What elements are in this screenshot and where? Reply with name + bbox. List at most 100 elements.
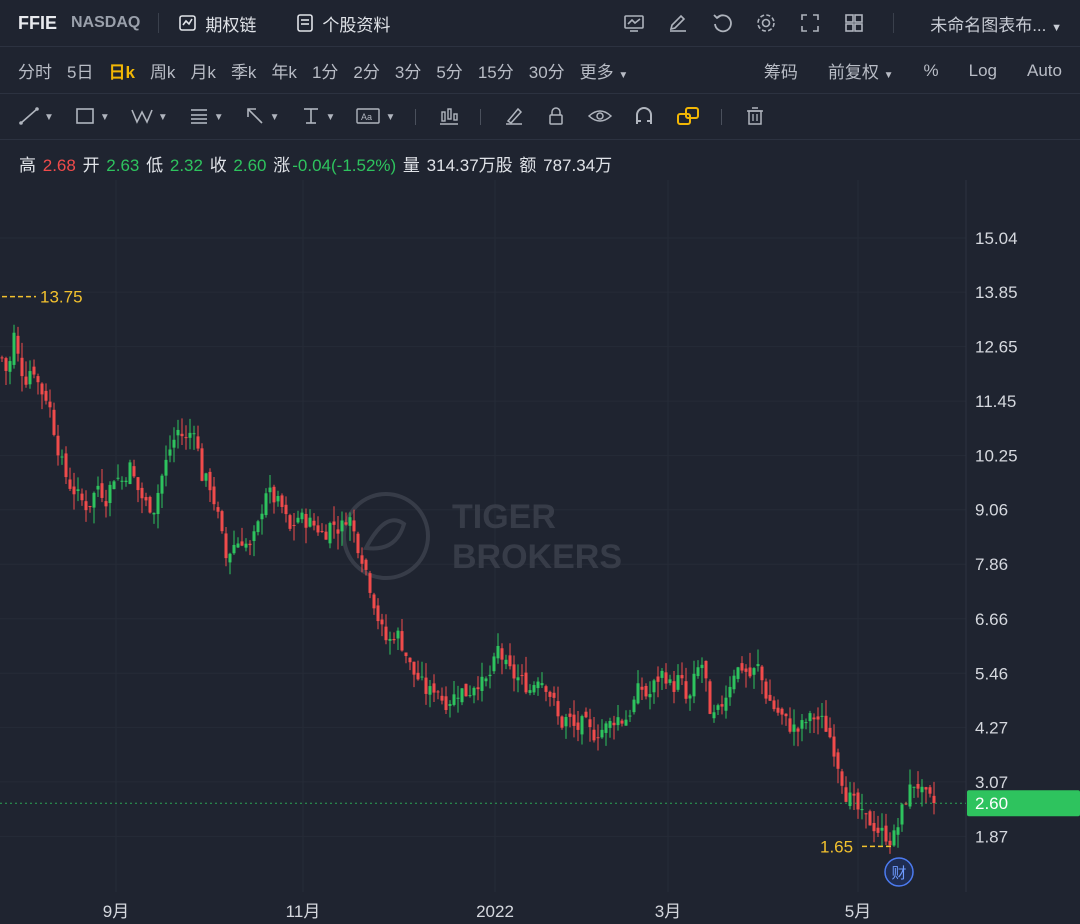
period-tab[interactable]: 2分 bbox=[353, 58, 379, 83]
delete-tool[interactable] bbox=[744, 106, 766, 129]
trend-line-tool[interactable]: ▼ bbox=[18, 106, 54, 129]
candle-body bbox=[512, 664, 516, 679]
candle-body bbox=[288, 515, 292, 529]
candle-body bbox=[636, 683, 640, 704]
trash-icon bbox=[744, 106, 766, 129]
log-toggle[interactable]: Log bbox=[969, 61, 997, 81]
candle-body bbox=[328, 523, 332, 544]
candle-body bbox=[416, 672, 420, 680]
price-tick-label: 9.06 bbox=[975, 501, 1008, 520]
text-tool[interactable]: Aa ▼ bbox=[355, 106, 395, 129]
candle-body bbox=[476, 687, 480, 690]
candle-body bbox=[640, 686, 644, 690]
candle-body bbox=[688, 695, 692, 699]
candle-body bbox=[796, 728, 800, 732]
divider bbox=[893, 13, 895, 33]
arrow-tool[interactable]: ▼ bbox=[244, 106, 280, 129]
candle-body bbox=[80, 493, 84, 501]
candle-body bbox=[872, 822, 876, 832]
fullscreen-icon[interactable] bbox=[799, 12, 821, 34]
period-tab[interactable]: 年k bbox=[271, 58, 297, 83]
candle-body bbox=[828, 727, 832, 738]
candle-body bbox=[596, 737, 600, 739]
stock-profile-label: 个股资料 bbox=[322, 15, 391, 35]
candle-body bbox=[188, 432, 192, 438]
exchange-label: NASDAQ bbox=[71, 14, 141, 31]
candle-body bbox=[308, 517, 312, 527]
stock-profile-link[interactable]: 个股资料 bbox=[294, 11, 390, 36]
pen-icon[interactable] bbox=[667, 12, 689, 34]
candle-body bbox=[340, 520, 344, 532]
candle-body bbox=[372, 594, 376, 609]
adjust-dropdown[interactable]: 前复权 ▼ bbox=[828, 58, 894, 83]
rectangle-tool[interactable]: ▼ bbox=[74, 106, 110, 129]
refresh-icon[interactable] bbox=[711, 12, 733, 34]
top-bar: FFIE NASDAQ 期权链 个股资料 未命名图表布... ▼ bbox=[0, 0, 1080, 47]
candle-body bbox=[16, 335, 20, 354]
candle-body bbox=[724, 697, 728, 711]
candle-body bbox=[272, 486, 276, 503]
period-tab[interactable]: 3分 bbox=[395, 58, 421, 83]
link-tool[interactable] bbox=[675, 105, 701, 130]
brush-tool[interactable] bbox=[503, 106, 525, 129]
candle-body bbox=[8, 361, 12, 372]
candle-body bbox=[832, 736, 836, 757]
period-tab[interactable]: 15分 bbox=[478, 58, 514, 83]
candle-body bbox=[572, 714, 576, 726]
candle-body bbox=[544, 686, 548, 692]
period-tab[interactable]: 5日 bbox=[67, 58, 93, 83]
candle-body bbox=[752, 668, 756, 675]
magnet-tool[interactable] bbox=[633, 106, 655, 129]
candle-body bbox=[40, 383, 44, 395]
candle-body bbox=[160, 475, 164, 494]
rectangle-icon bbox=[74, 106, 96, 129]
candle-body bbox=[252, 531, 256, 542]
candle-body bbox=[104, 501, 108, 507]
period-tab[interactable]: 分时 bbox=[18, 58, 52, 83]
pattern-tool[interactable]: ▼ bbox=[130, 106, 168, 129]
candle-body bbox=[388, 638, 392, 641]
candle-body bbox=[668, 679, 672, 683]
period-tab[interactable]: 30分 bbox=[529, 58, 565, 83]
options-chain-link[interactable]: 期权链 bbox=[177, 11, 256, 36]
chevron-down-icon: ▼ bbox=[269, 111, 280, 123]
candle-body bbox=[920, 786, 924, 793]
visibility-tool[interactable] bbox=[587, 106, 613, 129]
ticker-symbol[interactable]: FFIE bbox=[18, 13, 57, 34]
indicator-tool[interactable] bbox=[438, 106, 460, 129]
gear-icon[interactable] bbox=[755, 12, 777, 34]
candle-body bbox=[768, 694, 772, 701]
candle-body bbox=[732, 675, 736, 690]
indicator-icon[interactable] bbox=[623, 12, 645, 34]
fibonacci-icon bbox=[188, 106, 210, 129]
period-tab[interactable]: 5分 bbox=[436, 58, 462, 83]
candle-body bbox=[428, 686, 432, 695]
candle-body bbox=[100, 483, 104, 498]
period-tab[interactable]: 月k bbox=[190, 58, 216, 83]
period-tab[interactable]: 1分 bbox=[312, 58, 338, 83]
auto-toggle[interactable]: Auto bbox=[1027, 61, 1062, 81]
chips-button[interactable]: 筹码 bbox=[764, 58, 798, 83]
header-tools: 未命名图表布... ▼ bbox=[623, 11, 1062, 36]
candle-body bbox=[432, 683, 436, 693]
candle-body bbox=[4, 358, 8, 371]
candle-body bbox=[376, 605, 380, 622]
candle-body bbox=[448, 703, 452, 706]
measure-tool[interactable]: ▼ bbox=[300, 106, 335, 129]
fibonacci-tool[interactable]: ▼ bbox=[188, 106, 224, 129]
period-tab-active[interactable]: 日k bbox=[108, 58, 134, 83]
more-periods-dropdown[interactable]: 更多 ▼ bbox=[580, 58, 629, 83]
candle-body bbox=[360, 555, 364, 564]
lock-tool[interactable] bbox=[545, 106, 567, 129]
chart-template-dropdown[interactable]: 未命名图表布... ▼ bbox=[930, 11, 1062, 36]
time-tick-label: 3月 bbox=[655, 902, 681, 921]
period-tab[interactable]: 周k bbox=[150, 58, 176, 83]
candle-body bbox=[764, 681, 768, 699]
percent-toggle[interactable]: % bbox=[924, 61, 939, 81]
layout-grid-icon[interactable] bbox=[843, 12, 865, 34]
candlestick-chart[interactable]: TIGER BROKERS 15.04 13.85 12.65 11.45 10.25 9… bbox=[0, 180, 1080, 924]
candle-body bbox=[860, 809, 864, 811]
candle-body bbox=[528, 690, 532, 693]
candles-icon bbox=[438, 106, 460, 129]
period-tab[interactable]: 季k bbox=[231, 58, 257, 83]
